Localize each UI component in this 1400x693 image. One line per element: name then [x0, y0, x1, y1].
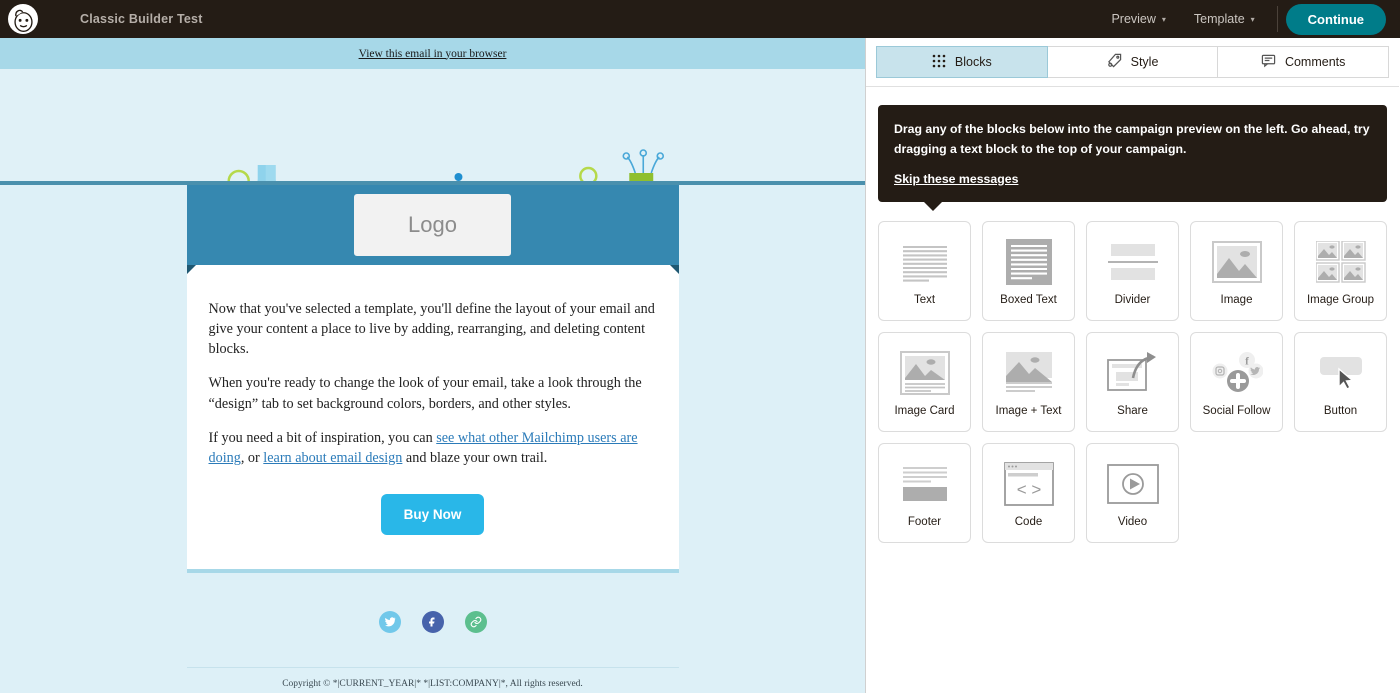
- ribbon-corner-left: [186, 265, 196, 274]
- block-card-image-text[interactable]: Image + Text: [982, 331, 1075, 432]
- image-card-icon: [899, 346, 950, 400]
- email-paragraph: Now that you've selected a template, you…: [208, 301, 655, 358]
- block-card-button[interactable]: Button: [1294, 331, 1387, 432]
- onboarding-tooltip: Drag any of the blocks below into the ca…: [878, 105, 1387, 211]
- hero-illustration: [0, 69, 865, 185]
- image-icon: [1211, 235, 1262, 289]
- email-preview-pane[interactable]: View this email in your browser Logo Now…: [0, 38, 866, 693]
- page-title: Classic Builder Test: [80, 12, 203, 26]
- email-body: Logo Now that you've selected a template…: [186, 185, 679, 574]
- tab-style-label: Style: [1130, 55, 1159, 69]
- chevron-down-icon: ▾: [1161, 14, 1166, 24]
- block-card-boxed-text[interactable]: Boxed Text: [982, 220, 1075, 321]
- email-text-block[interactable]: Now that you've selected a template, you…: [186, 265, 679, 574]
- view-in-browser-bar: View this email in your browser: [0, 38, 865, 69]
- buy-button-block: Buy Now: [209, 494, 657, 536]
- block-card-label: Video: [1117, 516, 1148, 529]
- preview-dropdown-label: Preview: [1111, 12, 1156, 26]
- svg-text:< >: < >: [1016, 480, 1041, 499]
- code-window-icon: < >: [1003, 457, 1054, 511]
- view-in-browser-link[interactable]: View this email in your browser: [359, 48, 507, 60]
- social-follow-block: [0, 611, 865, 634]
- block-card-label: Boxed Text: [1000, 294, 1057, 307]
- template-dropdown[interactable]: Template ▾: [1180, 12, 1269, 26]
- email-paragraph: When you're ready to change the look of …: [208, 375, 642, 412]
- buy-now-button[interactable]: Buy Now: [380, 494, 485, 536]
- chevron-down-icon: ▾: [1250, 14, 1255, 24]
- block-card-footer[interactable]: Footer: [878, 442, 971, 543]
- block-card-label: Social Follow: [1202, 405, 1271, 418]
- logo-placeholder[interactable]: Logo: [354, 194, 511, 256]
- block-card-label: Image + Text: [995, 405, 1062, 418]
- top-bar-actions: Preview ▾ Template ▾ Continue: [1097, 0, 1400, 38]
- email-logo-band[interactable]: Logo: [186, 185, 679, 274]
- image-group-icon: [1315, 235, 1366, 289]
- mailchimp-freddie-icon[interactable]: [8, 4, 38, 34]
- template-dropdown-label: Template: [1193, 12, 1245, 26]
- tabs-underline: [866, 86, 1399, 87]
- facebook-icon[interactable]: [421, 611, 444, 634]
- email-paragraphs: Now that you've selected a template, you…: [209, 299, 657, 468]
- tooltip-message: Drag any of the blocks below into the ca…: [894, 122, 1370, 156]
- tab-blocks[interactable]: Blocks: [876, 46, 1048, 78]
- footer-copyright: Copyright © *|CURRENT_YEAR|* *|LIST:COMP…: [282, 679, 583, 690]
- skip-messages-link[interactable]: Skip these messages: [894, 172, 1018, 186]
- social-follow-icon: f: [1211, 346, 1263, 400]
- divider: [1276, 6, 1278, 32]
- block-card-label: Text: [913, 294, 936, 307]
- panel-tabs: Blocks Style Comments: [866, 38, 1399, 78]
- tab-style[interactable]: Style: [1047, 46, 1219, 78]
- block-card-label: Image Card: [894, 405, 955, 418]
- block-card-social-follow[interactable]: f Social Follow: [1190, 331, 1283, 432]
- block-card-label: Footer: [907, 516, 942, 529]
- tab-blocks-label: Blocks: [954, 55, 992, 69]
- block-card-share[interactable]: Share: [1086, 331, 1179, 432]
- preview-dropdown[interactable]: Preview ▾: [1097, 12, 1179, 26]
- comment-bubble-icon: [1261, 53, 1276, 71]
- block-card-divider[interactable]: Divider: [1086, 220, 1179, 321]
- footer-icon: [899, 457, 951, 511]
- paint-tag-icon: [1107, 53, 1122, 71]
- block-card-label: Image Group: [1306, 294, 1375, 307]
- block-card-code[interactable]: < > Code: [982, 442, 1075, 543]
- divider-icon: [1107, 235, 1159, 289]
- top-bar: Classic Builder Test Preview ▾ Template …: [0, 0, 1400, 38]
- svg-text:f: f: [1245, 356, 1249, 368]
- boxed-text-icon: [1005, 235, 1052, 289]
- link-icon[interactable]: [464, 611, 487, 634]
- block-card-image-group[interactable]: Image Group: [1294, 220, 1387, 321]
- block-grid: Text Boxed Text Divider Image Image Group Ima…: [866, 202, 1399, 543]
- continue-button[interactable]: Continue: [1285, 3, 1386, 35]
- ribbon-corner-right: [669, 265, 679, 274]
- image-text-icon: [1004, 346, 1054, 400]
- email-paragraph: If you need a bit of inspiration, you ca…: [208, 429, 638, 466]
- block-card-label: Code: [1014, 516, 1043, 529]
- video-play-icon: [1106, 457, 1159, 511]
- block-card-text[interactable]: Text: [878, 220, 971, 321]
- main-area: View this email in your browser Logo Now…: [0, 38, 1400, 693]
- block-card-image-card[interactable]: Image Card: [878, 331, 971, 432]
- tab-comments[interactable]: Comments: [1218, 46, 1390, 78]
- email-inline-link[interactable]: learn about email design: [263, 450, 402, 466]
- block-card-label: Image: [1220, 294, 1253, 307]
- share-arrow-icon: [1106, 346, 1159, 400]
- text-lines-icon: [899, 235, 951, 289]
- button-cursor-icon: [1314, 346, 1368, 400]
- block-card-label: Button: [1323, 405, 1358, 418]
- block-card-label: Share: [1117, 405, 1148, 418]
- grid-dots-icon: [932, 54, 946, 71]
- block-card-video[interactable]: Video: [1086, 442, 1179, 543]
- footer-divider: [186, 667, 679, 669]
- block-card-label: Divider: [1114, 294, 1151, 307]
- block-card-image[interactable]: Image: [1190, 220, 1283, 321]
- tab-comments-label: Comments: [1284, 55, 1346, 69]
- twitter-icon[interactable]: [378, 611, 401, 634]
- blocks-panel: Blocks Style Comments Drag any of the bl…: [866, 38, 1399, 693]
